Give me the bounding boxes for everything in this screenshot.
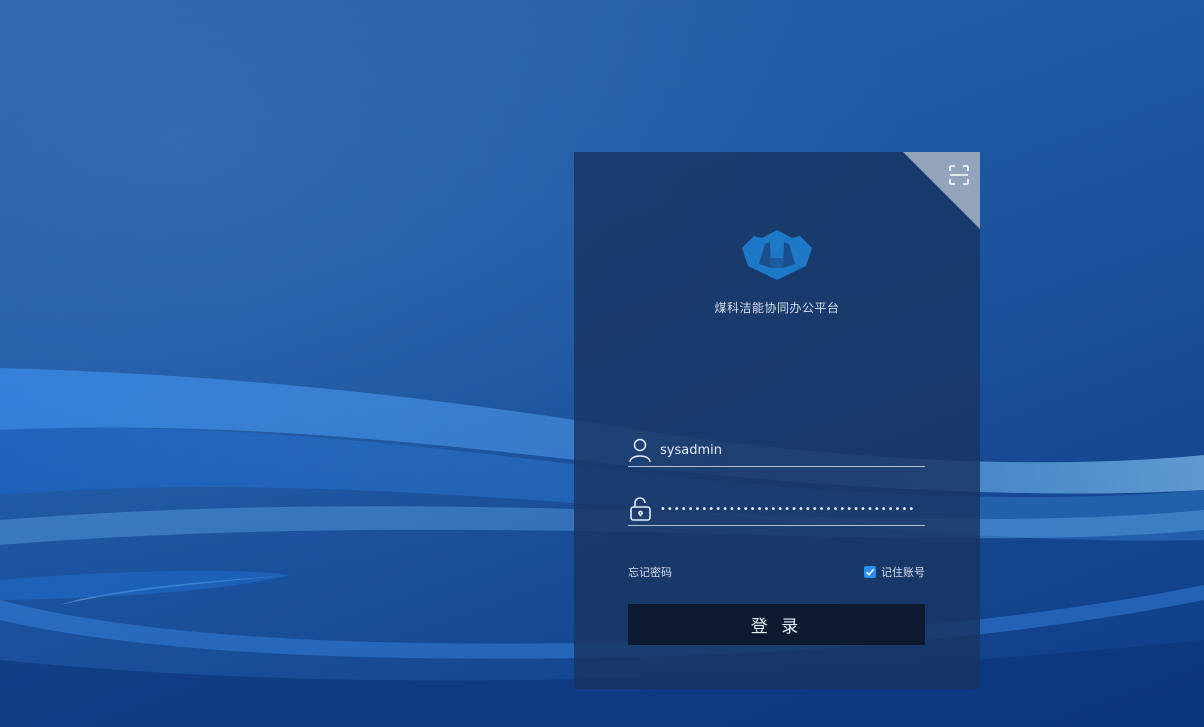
- company-logo: [740, 228, 814, 282]
- username-field: [628, 436, 925, 467]
- remember-account-label: 记住账号: [881, 566, 925, 579]
- forgot-password-link[interactable]: 忘记密码: [628, 564, 672, 580]
- user-icon: [628, 437, 654, 463]
- platform-title: 煤科洁能协同办公平台: [714, 301, 840, 315]
- remember-account-toggle[interactable]: 记住账号: [864, 564, 925, 580]
- check-icon: [865, 568, 875, 576]
- remember-checkbox[interactable]: [864, 566, 876, 578]
- unlock-icon: [628, 496, 654, 522]
- password-field: [628, 495, 925, 526]
- username-input[interactable]: [660, 439, 920, 461]
- login-options: 忘记密码 记住账号: [628, 564, 925, 580]
- password-input[interactable]: [660, 498, 920, 520]
- qr-scan-icon[interactable]: [948, 164, 970, 186]
- login-panel: 煤科洁能协同办公平台 忘记密码: [574, 152, 980, 689]
- login-button[interactable]: 登 录: [628, 604, 925, 645]
